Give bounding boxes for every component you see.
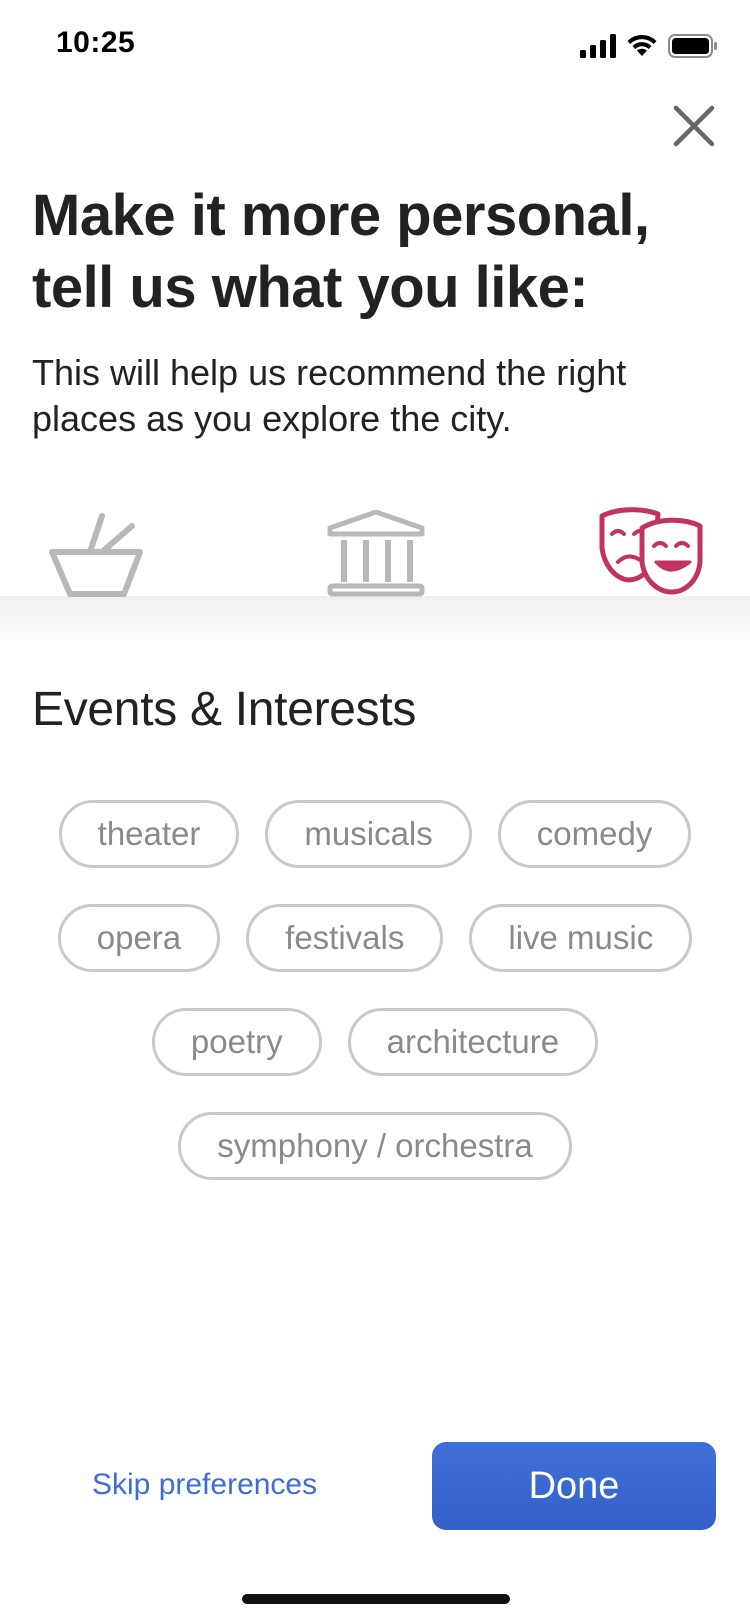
cellular-signal-icon	[580, 34, 616, 58]
status-time: 10:25	[56, 26, 136, 59]
status-bar: 10:25	[0, 0, 750, 92]
close-icon	[673, 105, 715, 147]
chip-musicals[interactable]: musicals	[265, 800, 472, 868]
chip-opera[interactable]: opera	[57, 904, 221, 972]
section-title: Events & Interests	[32, 683, 417, 736]
home-indicator	[242, 1594, 510, 1604]
bowl-icon	[49, 513, 143, 597]
category-tab-culture[interactable]	[326, 509, 426, 605]
category-tabs	[0, 500, 750, 610]
skip-preferences-link[interactable]: Skip preferences	[92, 1468, 317, 1502]
done-button[interactable]: Done	[432, 1442, 716, 1530]
category-tab-food[interactable]	[46, 510, 146, 607]
wifi-icon	[627, 34, 657, 56]
chip-festivals[interactable]: festivals	[246, 904, 444, 972]
chip-poetry[interactable]: poetry	[151, 1008, 322, 1076]
status-icons	[580, 32, 718, 60]
chip-row: symphony / orchestra	[0, 1112, 750, 1180]
interest-chips: theater musicals comedy opera festivals …	[0, 800, 750, 1216]
chip-architecture[interactable]: architecture	[347, 1008, 599, 1076]
chip-comedy[interactable]: comedy	[497, 800, 692, 868]
chip-row: opera festivals live music	[0, 904, 750, 972]
close-button[interactable]	[668, 100, 720, 152]
battery-icon	[668, 34, 717, 58]
chip-row: theater musicals comedy	[0, 800, 750, 868]
page-title: Make it more personal, tell us what you …	[32, 183, 650, 320]
museum-icon	[327, 509, 425, 597]
chip-row: poetry architecture	[0, 1008, 750, 1076]
page-subtitle: This will help us recommend the right pl…	[32, 352, 627, 439]
category-tab-events[interactable]	[596, 506, 706, 601]
chip-theater[interactable]: theater	[58, 800, 240, 868]
chip-symphony-orchestra[interactable]: symphony / orchestra	[178, 1112, 572, 1180]
theater-masks-icon	[599, 507, 703, 595]
chip-live-music[interactable]: live music	[469, 904, 693, 972]
